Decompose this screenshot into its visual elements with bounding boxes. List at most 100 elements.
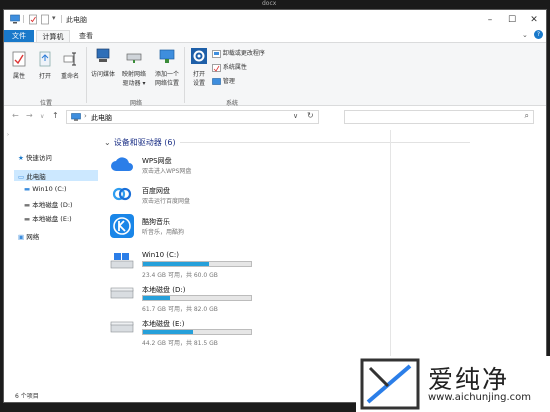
watermark-brand: 爱纯净 xyxy=(428,365,510,394)
map-drive-label-1: 映射网络 xyxy=(121,71,146,78)
network-icon: ▣ xyxy=(18,233,25,241)
network-drive-icon xyxy=(126,53,142,63)
collapse-chevron-icon: ⌄ xyxy=(104,138,111,147)
open-label: 打开 xyxy=(38,73,51,80)
refresh-icon[interactable]: ↻ xyxy=(307,111,314,120)
rename-label: 重命名 xyxy=(60,73,79,80)
address-bar-row: ← → ∨ ↑ › 此电脑 ∨ ↻ ⌕ xyxy=(4,107,546,127)
expand-arrow-icon[interactable]: › xyxy=(7,132,9,138)
item-subtitle: 双击运行百度网盘 xyxy=(142,198,191,205)
nav-drive-d[interactable]: ▬ 本地磁盘 (D:) xyxy=(24,199,73,209)
drive-icon: ▬ xyxy=(24,215,31,223)
map-network-drive-button[interactable]: 映射网络 驱动器 ▾ xyxy=(118,47,150,87)
map-drive-label-2: 驱动器 ▾ xyxy=(122,80,146,87)
help-icon[interactable]: ? xyxy=(534,30,543,39)
properties-quick-icon[interactable] xyxy=(28,14,38,25)
maximize-button[interactable]: ☐ xyxy=(502,12,522,28)
minimize-button[interactable]: – xyxy=(480,12,500,28)
address-dropdown-icon[interactable]: ∨ xyxy=(293,112,298,120)
up-arrow-icon[interactable]: ↑ xyxy=(52,111,59,120)
section-header[interactable]: ⌄ 设备和驱动器 (6) xyxy=(104,137,176,148)
close-button[interactable]: ✕ xyxy=(524,12,544,28)
programs-icon xyxy=(212,49,221,58)
add-location-label-2: 网络位置 xyxy=(154,80,179,87)
baidu-cloud-icon xyxy=(112,187,132,201)
computer-icon[interactable] xyxy=(10,14,20,25)
watermark-logo-icon xyxy=(360,358,420,410)
recent-locations-icon[interactable]: ∨ xyxy=(40,113,44,120)
customize-quick-access-icon[interactable]: ▾ xyxy=(52,14,56,22)
nav-drive-c-label: Win10 (C:) xyxy=(32,185,67,193)
properties-icon xyxy=(12,51,26,67)
nav-network[interactable]: ▣ 网络 xyxy=(18,231,39,241)
manage-icon xyxy=(212,77,221,85)
nav-this-pc-label: 此电脑 xyxy=(26,173,46,181)
drive-free-space: 44.2 GB 可用，共 81.5 GB xyxy=(142,340,218,347)
drive-usage-bar xyxy=(142,261,252,267)
nav-drive-c[interactable]: ▬ Win10 (C:) xyxy=(24,185,67,193)
nav-quick-access[interactable]: ★ 快速访问 xyxy=(18,152,52,162)
add-location-label-1: 添加一个 xyxy=(154,71,179,78)
uninstall-programs-button[interactable]: 卸载或更改程序 xyxy=(212,48,265,58)
nav-drive-e[interactable]: ▬ 本地磁盘 (E:) xyxy=(24,213,72,223)
open-settings-button[interactable]: 打开 设置 xyxy=(186,47,212,87)
network-location-icon xyxy=(159,49,175,63)
outer-title: docx xyxy=(262,0,277,7)
manage-button[interactable]: 管理 xyxy=(212,76,235,86)
system-properties-button[interactable]: 系统属性 xyxy=(212,62,247,72)
properties-button[interactable]: 属性 xyxy=(8,51,30,80)
item-subtitle: 双击进入WPS网盘 xyxy=(142,168,192,175)
tab-file[interactable]: 文件 xyxy=(4,30,34,42)
drive-title: 本地磁盘 (D:) xyxy=(142,286,186,294)
search-input[interactable]: ⌕ xyxy=(344,110,534,124)
section-title: 设备和驱动器 (6) xyxy=(113,138,176,147)
manage-label: 管理 xyxy=(222,78,235,85)
breadcrumb-chevron-icon: › xyxy=(84,112,87,120)
content-pane: ⌄ 设备和驱动器 (6) WPS网盘 双击进入WPS网盘 百度网盘 双击运行百度网… xyxy=(100,130,546,385)
drive-icon: ▬ xyxy=(24,201,31,209)
navigation-pane: › ★ 快速访问 ▭ 此电脑 ▬ Win10 (C:) ▬ 本地磁盘 (D:) … xyxy=(4,130,100,385)
tab-view[interactable]: 查看 xyxy=(72,30,100,42)
address-box[interactable]: › 此电脑 ∨ ↻ xyxy=(66,110,319,124)
drive-icon xyxy=(110,321,134,333)
windows-drive-icon: ▬ xyxy=(24,185,31,193)
ribbon-separator xyxy=(86,47,87,103)
title-separator-2: | xyxy=(60,14,63,23)
media-icon xyxy=(96,48,110,62)
title-bar: | ▾ | 此电脑 – ☐ ✕ xyxy=(4,10,546,30)
open-button[interactable]: 打开 xyxy=(34,51,56,80)
nav-this-pc[interactable]: ▭ 此电脑 xyxy=(18,171,46,181)
cloud-icon xyxy=(111,157,133,171)
ribbon-tabs: 文件 计算机 查看 ⌄ ? xyxy=(4,30,546,42)
status-bar-count: 6 个项目 xyxy=(15,393,39,400)
pc-nav-icon: ▭ xyxy=(18,173,25,181)
add-network-location-button[interactable]: 添加一个 网络位置 xyxy=(150,47,184,87)
nav-quick-access-label: 快速访问 xyxy=(25,154,52,162)
open-settings-label-2: 设置 xyxy=(192,80,205,87)
group-location-label: 位置 xyxy=(39,100,52,107)
forward-arrow-icon[interactable]: → xyxy=(26,111,33,120)
ribbon-expand-icon[interactable]: ⌄ xyxy=(522,31,528,39)
watermark-url: www.aichunjing.com xyxy=(428,392,531,403)
access-media-button[interactable]: 访问媒体 xyxy=(88,47,118,78)
search-icon: ⌕ xyxy=(524,111,529,120)
tab-computer[interactable]: 计算机 xyxy=(36,30,70,42)
drive-usage-bar xyxy=(142,295,252,301)
ribbon-separator-2 xyxy=(184,47,185,103)
breadcrumb-path[interactable]: 此电脑 xyxy=(91,113,112,123)
open-settings-label-1: 打开 xyxy=(192,71,205,78)
group-system-label: 系统 xyxy=(225,100,238,107)
watermark: 爱纯净 www.aichunjing.com xyxy=(356,356,550,412)
drive-usage-fill xyxy=(143,262,209,266)
star-icon: ★ xyxy=(18,154,24,162)
title-separator: | xyxy=(22,14,25,23)
new-folder-quick-icon[interactable] xyxy=(40,14,50,25)
section-divider xyxy=(180,142,470,143)
access-media-label: 访问媒体 xyxy=(90,71,115,78)
nav-drive-d-label: 本地磁盘 (D:) xyxy=(32,201,73,209)
open-icon xyxy=(39,51,51,67)
drive-title: 本地磁盘 (E:) xyxy=(142,320,185,328)
uninstall-label: 卸载或更改程序 xyxy=(222,50,265,57)
back-arrow-icon[interactable]: ← xyxy=(12,111,19,120)
rename-button[interactable]: 重命名 xyxy=(58,51,82,80)
